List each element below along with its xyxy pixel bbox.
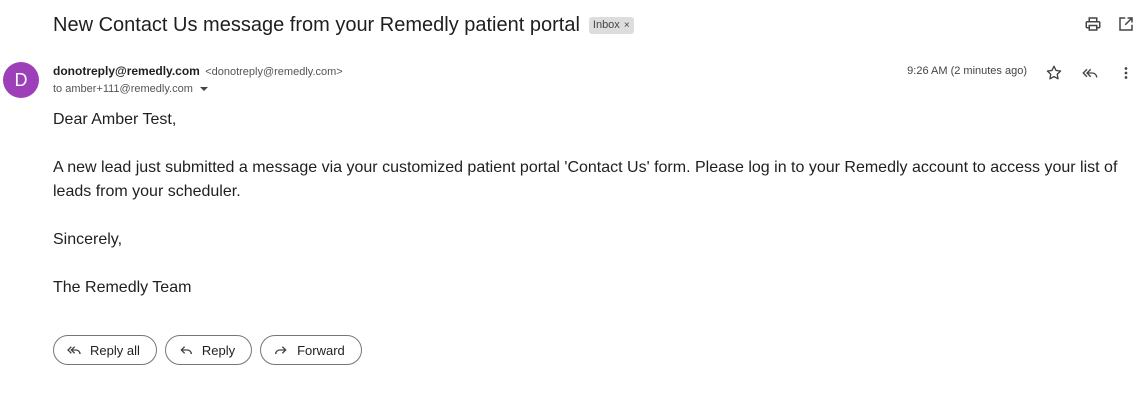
- recipient-row: to amber+111@remedly.com: [53, 83, 209, 95]
- email-body: Dear Amber Test, A new lead just submitt…: [53, 108, 1138, 324]
- chevron-down-icon[interactable]: [199, 84, 209, 94]
- reply-icon[interactable]: [1081, 64, 1099, 82]
- email-timestamp: 9:26 AM (2 minutes ago): [907, 65, 1027, 77]
- forward-label: Forward: [297, 342, 345, 358]
- reply-icon: [180, 346, 192, 355]
- email-greeting: Dear Amber Test,: [53, 111, 177, 128]
- inbox-label-text: Inbox: [592, 19, 620, 31]
- inbox-label-chip[interactable]: Inbox ×: [588, 16, 634, 34]
- reply-all-label: Reply all: [90, 342, 140, 358]
- sender-email: <donotreply@remedly.com>: [205, 66, 343, 78]
- sender-info: donotreply@remedly.com <donotreply@remed…: [53, 64, 343, 78]
- forward-button[interactable]: Forward: [260, 335, 362, 365]
- print-icon[interactable]: [1084, 15, 1102, 33]
- reply-button[interactable]: Reply: [164, 335, 253, 365]
- more-vertical-icon[interactable]: [1117, 64, 1135, 82]
- email-signature: The Remedly Team: [53, 279, 192, 296]
- email-closing: Sincerely,: [53, 231, 123, 248]
- remove-label-button[interactable]: ×: [624, 20, 630, 31]
- recipient-text: to amber+111@remedly.com: [53, 83, 193, 95]
- star-icon[interactable]: [1045, 64, 1063, 82]
- sender-name[interactable]: donotreply@remedly.com: [53, 64, 200, 78]
- reply-all-icon: [67, 346, 81, 355]
- email-paragraph: A new lead just submitted a message via …: [53, 159, 1118, 200]
- subject-row: New Contact Us message from your Remedly…: [53, 13, 634, 37]
- forward-icon: [275, 346, 287, 355]
- open-in-new-window-icon[interactable]: [1117, 15, 1135, 33]
- reply-all-button[interactable]: Reply all: [53, 335, 157, 365]
- sender-avatar[interactable]: D: [3, 62, 39, 98]
- email-actions: Reply all Reply Forward: [53, 335, 362, 365]
- email-subject: New Contact Us message from your Remedly…: [53, 13, 580, 36]
- reply-label: Reply: [201, 342, 236, 358]
